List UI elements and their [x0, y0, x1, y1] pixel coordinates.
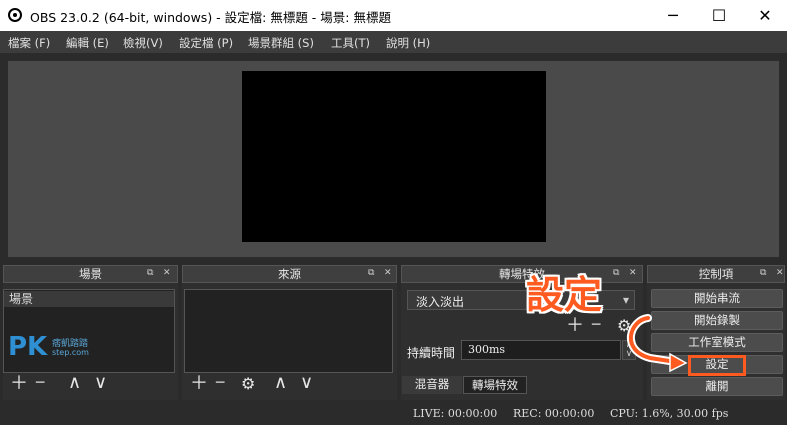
obs-logo-icon: [8, 8, 22, 22]
source-up-button[interactable]: ∧: [274, 374, 287, 392]
remove-scene-button[interactable]: ─: [36, 374, 44, 392]
menu-scene-collection[interactable]: 場景群組 (S): [248, 35, 314, 51]
preview-area: [8, 61, 779, 257]
menu-profile[interactable]: 設定檔 (P): [179, 35, 233, 51]
status-bar: LIVE: 00:00:00 REC: 00:00:00 CPU: 1.6%, …: [0, 402, 787, 425]
scenes-dock: 場景 ⧉ ✕ 場景 PK 痞凱踏踏 step.com ＋ ─ ∧ ∨: [3, 265, 178, 400]
scene-up-button[interactable]: ∧: [68, 374, 81, 392]
watermark-subtext: step.com: [52, 348, 89, 357]
start-streaming-button[interactable]: 開始串流: [651, 289, 783, 308]
chevron-down-icon: ▾: [622, 293, 629, 307]
scene-down-button[interactable]: ∨: [94, 374, 107, 392]
transitions-dock-title: 轉場特效: [401, 265, 643, 283]
list-item[interactable]: 場景: [4, 291, 174, 307]
close-icon[interactable]: ✕: [384, 268, 392, 278]
scenes-list[interactable]: 場景 PK 痞凱踏踏 step.com: [3, 289, 175, 373]
tab-transitions[interactable]: 轉場特效: [463, 376, 527, 394]
source-properties-gear-icon[interactable]: ⚙: [241, 375, 255, 393]
preview-canvas[interactable]: [242, 71, 546, 242]
minimize-button[interactable]: ─: [650, 0, 696, 31]
add-scene-button[interactable]: ＋: [10, 375, 28, 393]
title-bar: OBS 23.0.2 (64-bit, windows) - 設定檔: 無標題 …: [0, 0, 787, 31]
source-down-button[interactable]: ∨: [300, 374, 313, 392]
menu-help[interactable]: 說明 (H): [386, 35, 430, 51]
duration-value: 300ms: [468, 343, 506, 356]
close-icon[interactable]: ✕: [776, 268, 784, 278]
cpu-status: CPU: 1.6%, 30.00 fps: [610, 407, 729, 420]
float-icon[interactable]: ⧉: [368, 268, 374, 278]
add-transition-button[interactable]: ＋: [566, 317, 584, 335]
menu-file[interactable]: 檔案 (F): [8, 35, 50, 51]
float-icon[interactable]: ⧉: [760, 268, 766, 278]
settings-highlight-box: [688, 355, 746, 376]
duration-label: 持續時間: [407, 346, 456, 360]
menu-tools[interactable]: 工具(T): [331, 35, 370, 51]
maximize-button[interactable]: ☐: [696, 0, 742, 31]
watermark-logo: PK: [8, 332, 48, 362]
menu-edit[interactable]: 編輯 (E): [66, 35, 109, 51]
close-icon[interactable]: ✕: [163, 268, 171, 278]
annotation-arrow-icon: [626, 314, 688, 373]
sources-dock-title: 來源: [182, 265, 397, 283]
close-icon[interactable]: ✕: [629, 268, 637, 278]
rec-status: REC: 00:00:00: [513, 407, 595, 420]
sources-list[interactable]: [184, 289, 393, 373]
float-icon[interactable]: ⧉: [147, 268, 153, 278]
remove-source-button[interactable]: ─: [216, 374, 224, 392]
sources-dock: 來源 ⧉ ✕ ＋ ─ ⚙ ∧ ∨: [182, 265, 397, 400]
menu-view[interactable]: 檢視(V): [123, 35, 163, 51]
close-window-button[interactable]: ✕: [742, 0, 787, 31]
live-status: LIVE: 00:00:00: [413, 407, 498, 420]
add-source-button[interactable]: ＋: [190, 375, 208, 393]
tab-mixer[interactable]: 混音器: [402, 376, 462, 394]
float-icon[interactable]: ⧉: [613, 268, 619, 278]
menu-bar: 檔案 (F) 編輯 (E) 檢視(V) 設定檔 (P) 場景群組 (S) 工具(…: [0, 31, 787, 53]
transition-select-value: 淡入淡出: [416, 295, 465, 309]
window-title: OBS 23.0.2 (64-bit, windows) - 設定檔: 無標題 …: [30, 10, 391, 25]
